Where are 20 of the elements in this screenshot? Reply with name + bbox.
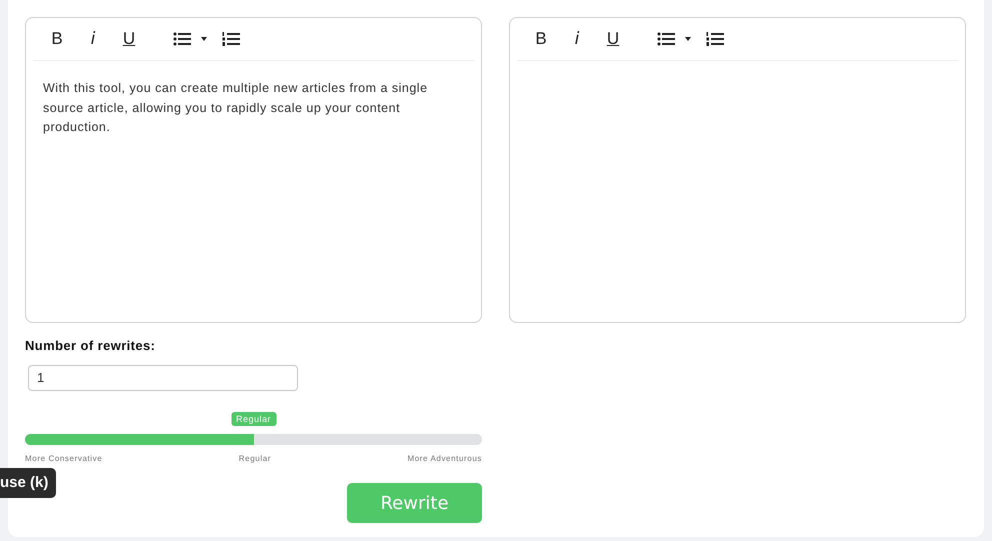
format-button[interactable]: i xyxy=(567,29,587,49)
numbered-list-icon[interactable] xyxy=(706,31,724,47)
bulleted-list-icon[interactable] xyxy=(657,31,693,47)
text-editor[interactable]: B i U xyxy=(509,17,966,323)
format-button[interactable]: U xyxy=(603,29,623,49)
format-button[interactable]: U xyxy=(119,29,139,49)
text-editor[interactable]: B i U With this tool, you can create multiple new articles from a single source article, allowing you to rapidly scale up your content production. xyxy=(25,17,482,323)
numbered-list-icon[interactable] xyxy=(222,31,240,47)
format-button[interactable]: i xyxy=(83,29,103,49)
format-button[interactable]: B xyxy=(531,29,551,49)
rewrites-label: Number of rewrites: xyxy=(25,338,156,353)
slider-value-bubble: Regular xyxy=(230,412,276,426)
rewrites-select[interactable]: 1 xyxy=(28,365,298,391)
slider-scale-label: More Adventurous xyxy=(407,454,482,463)
slider-scale-label: Regular xyxy=(238,454,272,463)
tooltip: use (k) xyxy=(0,468,56,498)
slider-scale-label: More Conservative xyxy=(25,454,102,463)
bulleted-list-icon[interactable] xyxy=(173,31,209,47)
format-button[interactable]: B xyxy=(47,29,67,49)
editor-text: With this tool, you can create multiple new articles from a single source article, allowing you to rapidly scale up your content production. xyxy=(43,80,429,136)
